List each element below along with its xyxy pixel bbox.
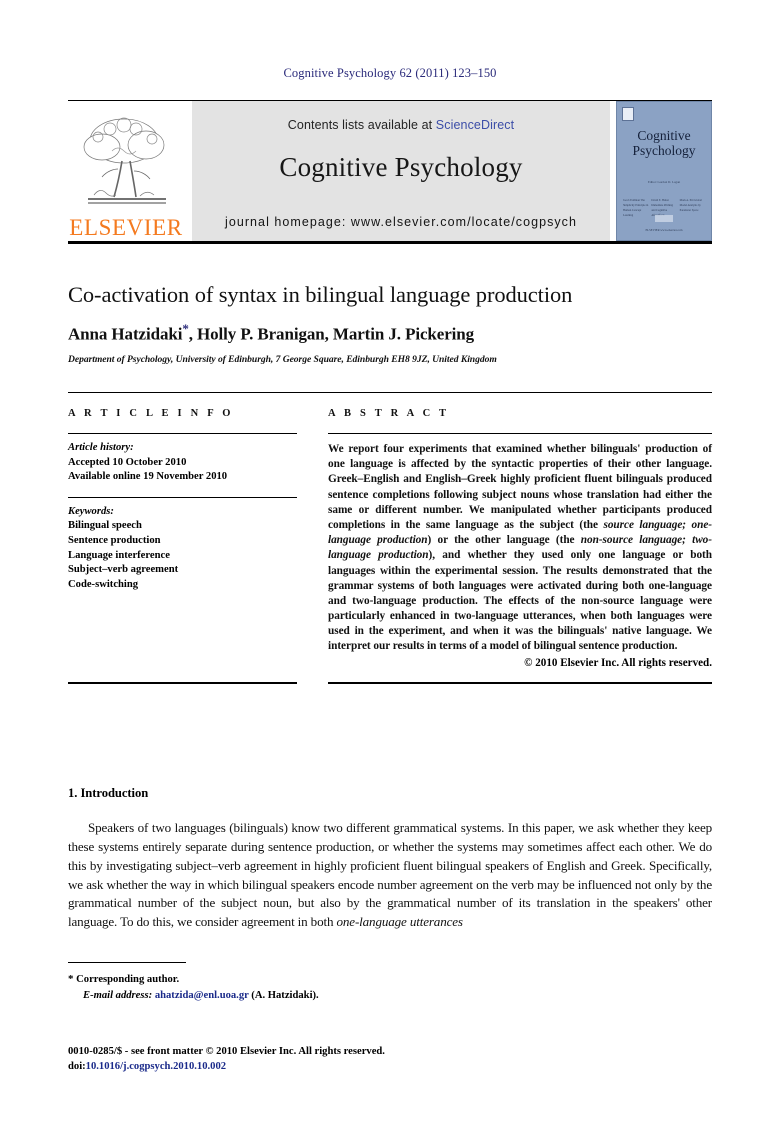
info-abstract-region: A R T I C L E I N F O Article history: A…	[68, 408, 712, 685]
journal-banner: Contents lists available at ScienceDirec…	[192, 101, 610, 241]
email-note: E-mail address: ahatzida@enl.uoa.gr (A. …	[68, 988, 488, 1003]
header-bottom-rule	[68, 241, 712, 244]
email-owner: (A. Hatzidaki).	[251, 989, 319, 1001]
body-section: 1. Introduction Speakers of two language…	[68, 786, 712, 932]
footnote-block: * Corresponding author. E-mail address: …	[68, 972, 488, 1003]
abstract-column: A B S T R A C T We report four experimen…	[328, 408, 712, 669]
abstract-part-1: We report four experiments that examined…	[328, 443, 712, 531]
article-page: Cognitive Psychology 62 (2011) 123–150 E…	[0, 0, 780, 1134]
info-abstract-bottom-rules	[68, 681, 712, 685]
abstract-part-3: ), and whether they used only one langua…	[328, 549, 712, 653]
doi-line: doi:10.1016/j.cogpsych.2010.10.002	[68, 1059, 568, 1074]
history-item: Accepted 10 October 2010	[68, 456, 187, 468]
abstract-copyright: © 2010 Elsevier Inc. All rights reserved…	[524, 656, 712, 669]
cover-col-3: Mark A. Pitt Global Model Analysis by Pa…	[679, 199, 702, 213]
footnote-star-marker: *	[68, 973, 74, 985]
cover-footer-text: ELSEVIER www.elsevier.com	[645, 228, 683, 232]
running-head: Cognitive Psychology 62 (2011) 123–150	[283, 66, 497, 80]
corresponding-author-note: * Corresponding author.	[68, 972, 488, 988]
cover-title: Cognitive Psychology	[617, 128, 711, 158]
abstract-text: We report four experiments that examined…	[328, 434, 712, 655]
article-history-group: Article history: Accepted 10 October 201…	[68, 434, 297, 485]
cover-col-1: Jacob Feldman The Simplicity Principle i…	[623, 199, 649, 218]
title-block: Co-activation of syntax in bilingual lan…	[68, 282, 712, 365]
keyword-item: Subject–verb agreement	[68, 564, 179, 576]
cover-editor-line: Editor: Gordon D. Logan	[647, 180, 681, 184]
section-heading-introduction: 1. Introduction	[68, 786, 149, 800]
elsevier-tree-icon	[74, 111, 178, 215]
keywords-label: Keywords:	[68, 505, 114, 517]
info-top-rule	[68, 392, 712, 393]
journal-title: Cognitive Psychology	[279, 152, 523, 182]
article-info-column: A R T I C L E I N F O Article history: A…	[68, 408, 297, 669]
cover-title-line2: Psychology	[632, 143, 696, 159]
keyword-item: Language interference	[68, 549, 170, 561]
article-history-label: Article history:	[68, 442, 134, 453]
doi-label: doi:	[68, 1061, 86, 1073]
page-title: Co-activation of syntax in bilingual lan…	[68, 282, 573, 307]
intro-italic: one-language utterances	[336, 914, 464, 930]
column-gutter	[297, 408, 328, 669]
abstract-bottom-rule	[328, 681, 712, 685]
intro-text: Speakers of two languages (bilinguals) k…	[68, 820, 712, 930]
affiliation: Department of Psychology, University of …	[68, 353, 497, 365]
abstract-heading: A B S T R A C T	[328, 408, 450, 419]
article-info-heading: A R T I C L E I N F O	[68, 408, 234, 419]
email-link[interactable]: ahatzida@enl.uoa.gr	[155, 990, 249, 1001]
keyword-item: Bilingual speech	[68, 520, 142, 532]
email-label: E-mail address:	[83, 989, 153, 1001]
keyword-item: Sentence production	[68, 535, 161, 547]
author-list: Anna Hatzidaki*, Holly P. Branigan, Mart…	[68, 321, 712, 345]
keyword-item: Code-switching	[68, 578, 139, 590]
imprint-block: 0010-0285/$ - see front matter © 2010 El…	[68, 1044, 568, 1075]
journal-cover-thumbnail: Cognitive Psychology Editor: Gordon D. L…	[616, 101, 712, 241]
cover-title-line1: Cognitive	[637, 128, 691, 143]
keywords-group: Keywords: Bilingual speech Sentence prod…	[68, 498, 297, 593]
contents-available-line: Contents lists available at ScienceDirec…	[288, 118, 514, 132]
corresponding-author-label: Corresponding author.	[76, 974, 180, 985]
elsevier-logo: ELSEVIER	[68, 101, 184, 241]
doi-value[interactable]: 10.1016/j.cogpsych.2010.10.002	[86, 1061, 226, 1072]
issn-front-matter: 0010-0285/$ - see front matter © 2010 El…	[68, 1046, 385, 1057]
footnote-rule	[68, 962, 186, 963]
intro-paragraph: Speakers of two languages (bilinguals) k…	[68, 819, 712, 932]
authors-remaining: , Holly P. Branigan, Martin J. Pickering	[188, 324, 475, 344]
sciencedirect-link[interactable]: ScienceDirect	[436, 118, 514, 132]
journal-homepage-link[interactable]: journal homepage: www.elsevier.com/locat…	[192, 215, 610, 229]
cover-elsevier-mark-icon	[622, 107, 634, 121]
journal-header-band: ELSEVIER Contents lists available at Sci…	[68, 101, 712, 241]
abstract-part-2: ) or the other language (the	[427, 534, 581, 547]
cover-footer-mark-icon	[655, 215, 673, 222]
article-info-bottom-rule	[68, 681, 297, 685]
history-item: Available online 19 November 2010	[68, 471, 228, 483]
elsevier-wordmark: ELSEVIER	[69, 215, 183, 240]
contents-prefix: Contents lists available at	[287, 118, 436, 132]
author-first: Anna Hatzidaki	[68, 324, 183, 344]
